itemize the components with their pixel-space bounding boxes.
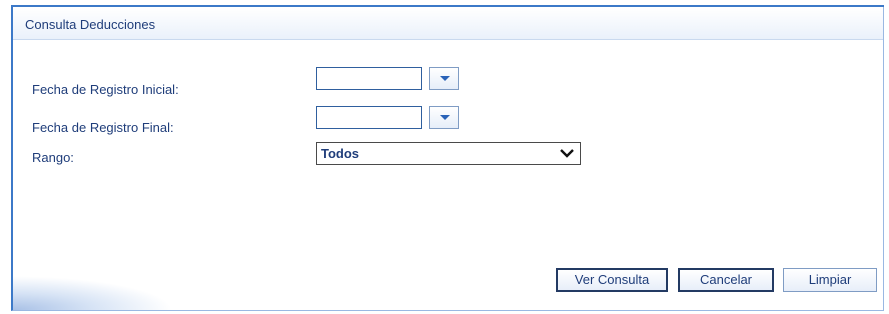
panel-title-bar: Consulta Deducciones: [13, 8, 883, 40]
fecha-final-dropdown-button[interactable]: [429, 106, 459, 129]
consulta-deducciones-panel: Consulta Deducciones Fecha de Registro I…: [11, 7, 884, 311]
decorative-corner-gradient: [13, 276, 173, 310]
fecha-inicial-dropdown-button[interactable]: [429, 67, 459, 90]
fecha-inicial-label: Fecha de Registro Inicial:: [32, 82, 179, 97]
chevron-down-icon: [560, 149, 574, 158]
triangle-down-icon: [440, 76, 450, 81]
fecha-final-label: Fecha de Registro Final:: [32, 120, 174, 135]
limpiar-button[interactable]: Limpiar: [783, 268, 877, 292]
rango-label: Rango:: [32, 150, 74, 165]
fecha-final-input[interactable]: [316, 106, 422, 129]
cancelar-button[interactable]: Cancelar: [678, 268, 774, 292]
fecha-inicial-input[interactable]: [316, 67, 422, 90]
panel-title: Consulta Deducciones: [25, 17, 156, 32]
rango-selected-value: Todos: [321, 146, 360, 161]
triangle-down-icon: [440, 115, 450, 120]
ver-consulta-button[interactable]: Ver Consulta: [556, 268, 668, 292]
rango-select[interactable]: Todos: [316, 142, 581, 165]
